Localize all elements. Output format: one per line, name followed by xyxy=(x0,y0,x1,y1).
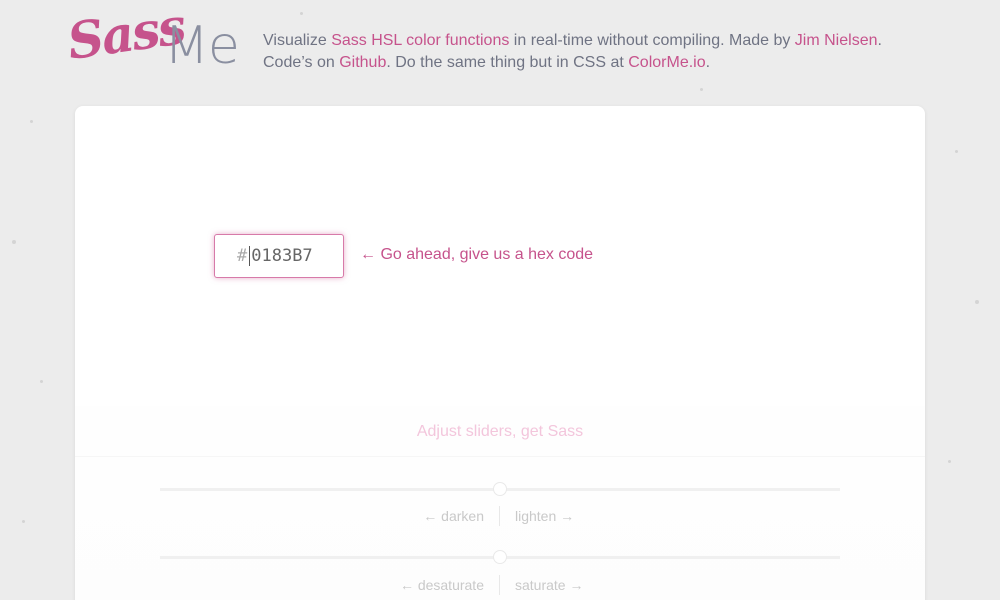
adjust-sliders-title: Adjust sliders, get Sass xyxy=(416,423,584,440)
slider-thumb[interactable] xyxy=(493,482,507,496)
background-speckle xyxy=(12,240,16,244)
hash-symbol: # xyxy=(237,246,248,266)
text-caret xyxy=(249,246,251,266)
saturation-labels: ← desaturate saturate → xyxy=(75,575,925,597)
tagline-text: . xyxy=(705,54,711,71)
background-speckle xyxy=(30,120,33,123)
author-link[interactable]: Jim Nielsen xyxy=(795,32,878,49)
lighten-label: lighten → xyxy=(515,508,575,524)
github-link[interactable]: Github xyxy=(339,54,386,71)
hex-hint: ← Go ahead, give us a hex code xyxy=(360,246,594,263)
header: Sass Me Visualize Sass HSL color functio… xyxy=(0,0,1000,100)
desaturate-label: ← desaturate xyxy=(399,577,484,593)
darken-label: ← darken xyxy=(423,508,484,524)
colorme-link[interactable]: ColorMe.io xyxy=(628,54,705,71)
tagline-text: Visualize xyxy=(263,32,332,49)
main-card: # ← Go ahead, give us a hex code Adjust … xyxy=(75,106,925,600)
lightness-labels: ← darken lighten → xyxy=(75,506,925,528)
label-divider xyxy=(499,575,500,595)
saturate-label: saturate → xyxy=(515,577,584,593)
tagline-text: . xyxy=(877,32,882,49)
sassme-logo[interactable]: Sass Me xyxy=(64,0,247,90)
tagline-text: in real-time without compiling. Made by xyxy=(509,32,795,49)
divider-line xyxy=(75,456,925,457)
background-speckle xyxy=(40,380,43,383)
tagline-text: Code’s on xyxy=(263,54,340,71)
background-speckle xyxy=(948,460,951,463)
saturation-slider[interactable] xyxy=(160,550,840,564)
label-divider xyxy=(499,506,500,526)
lightness-slider[interactable] xyxy=(160,482,840,496)
background-speckle xyxy=(22,520,25,523)
hex-input-box[interactable]: # xyxy=(214,234,344,278)
background-speckle xyxy=(955,150,958,153)
slider-thumb[interactable] xyxy=(493,550,507,564)
sass-hsl-link[interactable]: Sass HSL color functions xyxy=(331,32,509,49)
tagline-text: . Do the same thing but in CSS at xyxy=(386,54,629,71)
tagline: Visualize Sass HSL color functions in re… xyxy=(263,30,943,74)
hex-input[interactable] xyxy=(251,246,332,266)
logo-me-text: Me xyxy=(164,16,240,76)
background-speckle xyxy=(975,300,979,304)
